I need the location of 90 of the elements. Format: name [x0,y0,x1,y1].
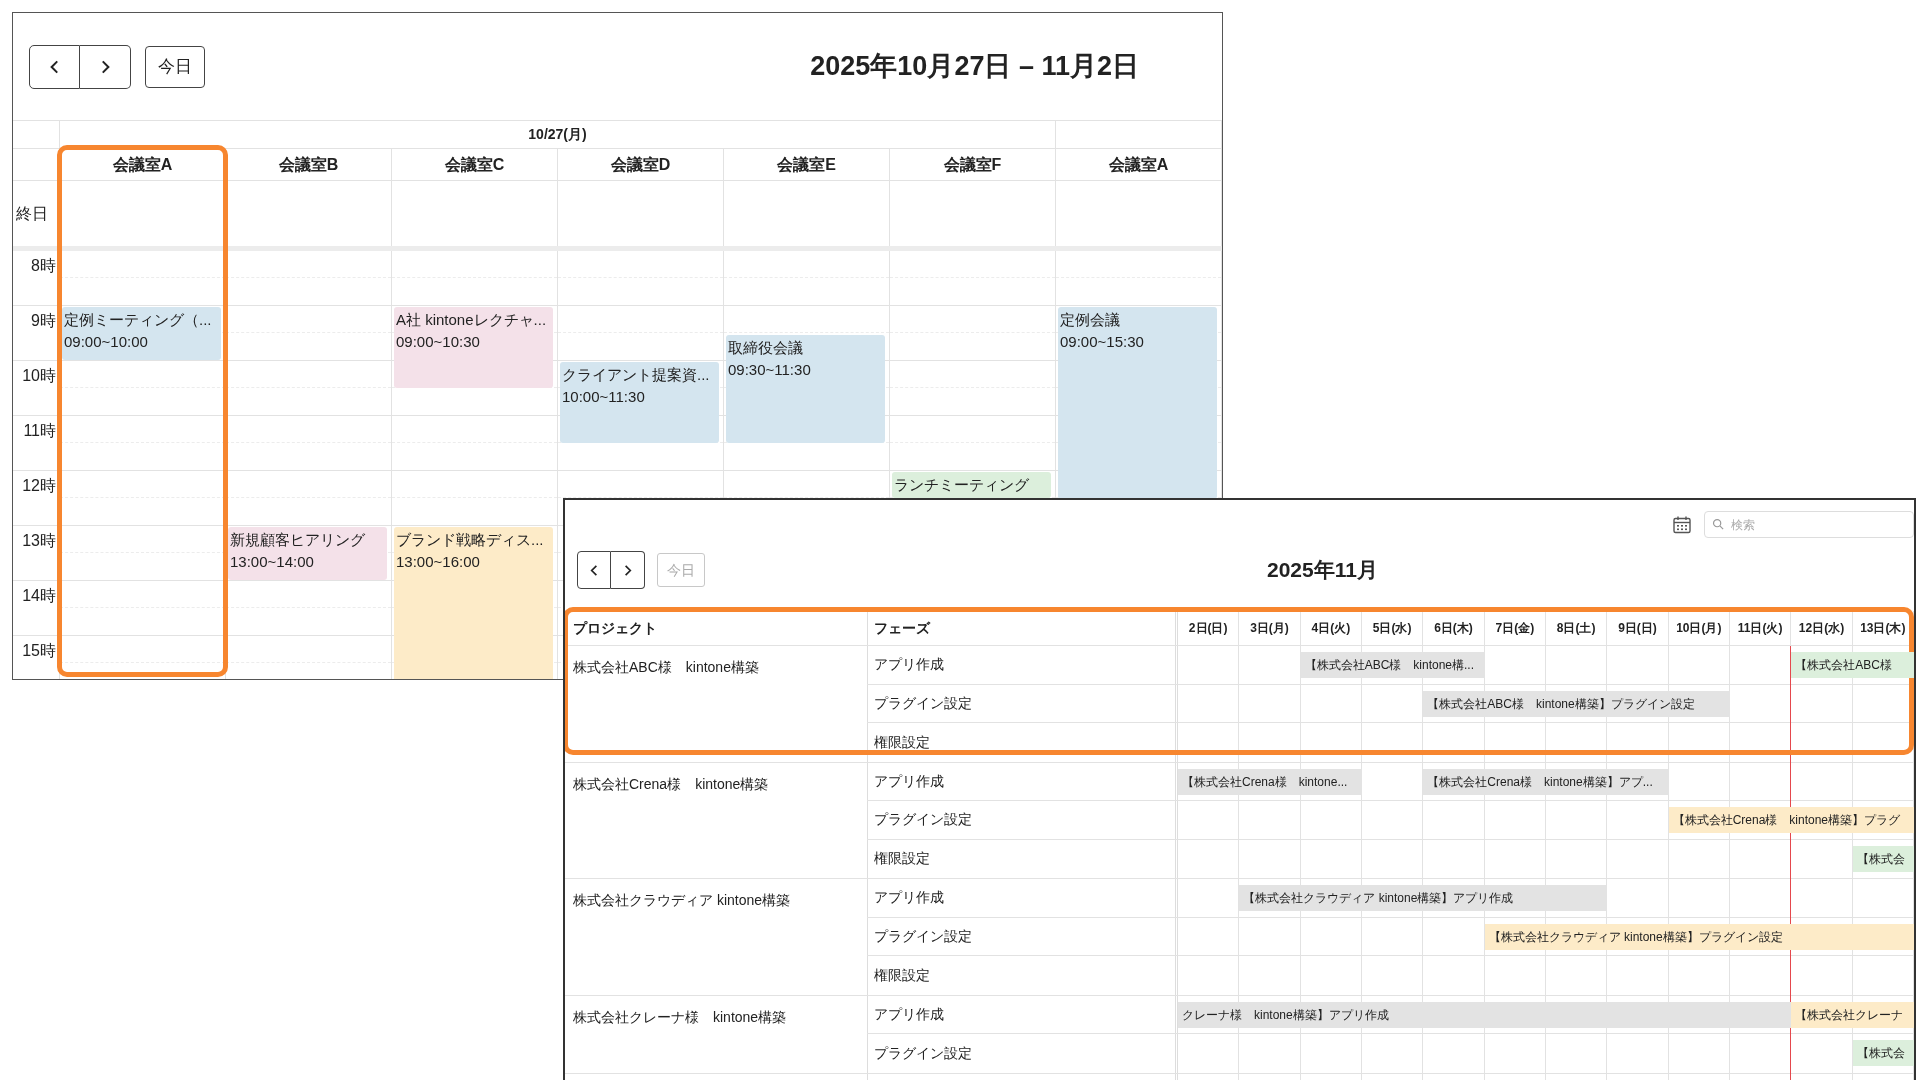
next-button[interactable] [611,551,645,589]
room-name: 会議室D [610,154,671,175]
event-time: 13:00~14:00 [230,552,315,572]
gantt-bar[interactable]: 【株式会社クレーナ [1791,1001,1914,1028]
next-button[interactable] [80,44,131,89]
hour-label: 9時 [31,311,56,331]
day-header: 6日(木) [1434,620,1473,637]
hour-label: 15時 [22,641,56,661]
day-header: 2日(日) [1188,620,1228,637]
search-field[interactable]: 検索 [1704,511,1914,538]
gantt-title: 2025年11月 [1267,557,1378,584]
event-time: 10:00~11:30 [562,387,646,407]
project-name: 株式会社クラウディア kintone構築 [573,892,791,908]
day-header: 5日(水) [1372,620,1412,637]
room-name: 会議室C [444,154,505,175]
phase-name: プラグイン設定 [874,926,972,946]
gantt-bar[interactable]: 【株式会社ABC様 kintone構... [1300,652,1485,678]
gantt-bar[interactable]: 【株式会社Crena様 kintone構築】アプ... [1423,768,1669,795]
event-card[interactable]: 新規顧客ヒアリング 13:00~14:00 [228,527,387,580]
event-time: 09:00~10:30 [396,332,481,352]
event-time: 09:00~10:00 [64,332,149,352]
day-header: 10日(月) [1676,620,1722,637]
event-card[interactable]: ランチミーティング [892,472,1051,498]
gantt-bar[interactable]: 【株式会社クラウディア kintone構築】アプリ作成 [1239,885,1608,911]
phase-name: 権限設定 [874,965,930,985]
room-name: 会議室B [278,154,339,175]
hour-label: 13時 [22,531,56,551]
project-name: 株式会社Crena様 kintone構築 [573,775,769,792]
event-title: 定例ミーティング（... [64,310,213,330]
column-header: プロジェクト [573,618,657,638]
event-time: 09:00~15:30 [1060,332,1145,352]
all-day-label: 終日 [16,203,48,224]
gantt-bar[interactable]: 【株式会社ABC様 [1791,652,1914,678]
event-time: 09:30~11:30 [728,359,812,380]
event-card[interactable]: 定例会議 09:00~15:30 [1058,307,1217,499]
event-card[interactable]: 取締役会議 09:30~11:30 [726,334,885,443]
previous-button[interactable] [29,44,80,89]
search-icon [1712,518,1724,530]
room-name: 会議室F [943,154,1002,175]
event-title: クライアント提案資... [562,365,711,385]
event-title: 新規顧客ヒアリング [230,530,366,550]
room-name: 会議室A [112,154,173,175]
calendar-title: 2025年10月27日 – 11月2日 [810,50,1139,84]
hour-label: 10時 [22,366,56,386]
hour-label: 11時 [23,421,56,441]
event-title: 定例会議 [1060,310,1121,330]
hour-label: 8時 [31,256,56,276]
gantt-bar[interactable]: 【株式会社Crena様 kintone... [1178,768,1362,795]
gantt-bar[interactable]: 【株式会社クラウディア kintone構築】プラグイン設定 [1484,923,1914,950]
phase-name: アプリ作成 [874,655,944,675]
event-card[interactable]: A社 kintoneレクチャ... 09:00~10:30 [394,307,553,388]
room-name: 会議室A [1108,154,1169,175]
hour-label: 14時 [22,586,56,606]
column-header: フェーズ [874,618,930,638]
today-button[interactable]: 今日 [145,45,205,88]
day-header: 11日(火) [1737,620,1783,637]
day-header: 13日(木) [1860,620,1906,637]
phase-name: プラグイン設定 [874,810,972,830]
previous-button[interactable] [577,551,611,589]
day-header: 9日(日) [1618,620,1657,637]
project-name: 株式会社クレーナ様 kintone構築 [573,1008,787,1025]
phase-name: 権限設定 [874,849,930,869]
day-header: 7日(金) [1495,620,1535,637]
event-title: ブランド戦略ディス... [396,530,545,550]
event-time: 13:00~16:00 [396,552,481,572]
phase-name: 権限設定 [874,732,930,752]
event-card[interactable]: クライアント提案資... 10:00~11:30 [560,362,719,443]
gantt-bar[interactable]: クレーナ様 kintone構築】アプリ作成 [1178,1001,1792,1028]
phase-name: プラグイン設定 [874,1043,972,1063]
event-card[interactable]: ブランド戦略ディス... 13:00~16:00 [394,527,553,679]
day-header: 4日(火) [1311,620,1351,637]
day-header: 3日(月) [1250,620,1289,637]
project-name: 株式会社ABC様 kintone構築 [573,659,759,675]
hour-label: 12時 [22,476,56,496]
gantt-bar[interactable]: 【株式会社Crena様 kintone構築】プラグ [1668,807,1914,833]
phase-name: アプリ作成 [874,1004,944,1024]
phase-name: アプリ作成 [874,888,944,908]
gantt-bar[interactable]: 【株式会 [1852,1040,1914,1066]
day-header: 12日(水) [1798,620,1845,637]
phase-name: アプリ作成 [874,771,944,791]
event-title: 取締役会議 [728,337,804,358]
gantt-bar[interactable]: 【株式会社ABC様 kintone構築】プラグイン設定 [1423,690,1730,717]
phase-name: プラグイン設定 [874,693,972,713]
room-name: 会議室E [777,154,836,175]
day-header: 8日(土) [1556,620,1596,637]
event-card[interactable]: 定例ミーティング（... 09:00~10:00 [62,307,221,360]
gantt-bar[interactable]: 【株式会 [1852,845,1914,872]
event-title: A社 kintoneレクチャ... [396,310,548,330]
calendar-icon[interactable] [1672,514,1692,535]
date-label: 10/27(月) [528,125,587,144]
